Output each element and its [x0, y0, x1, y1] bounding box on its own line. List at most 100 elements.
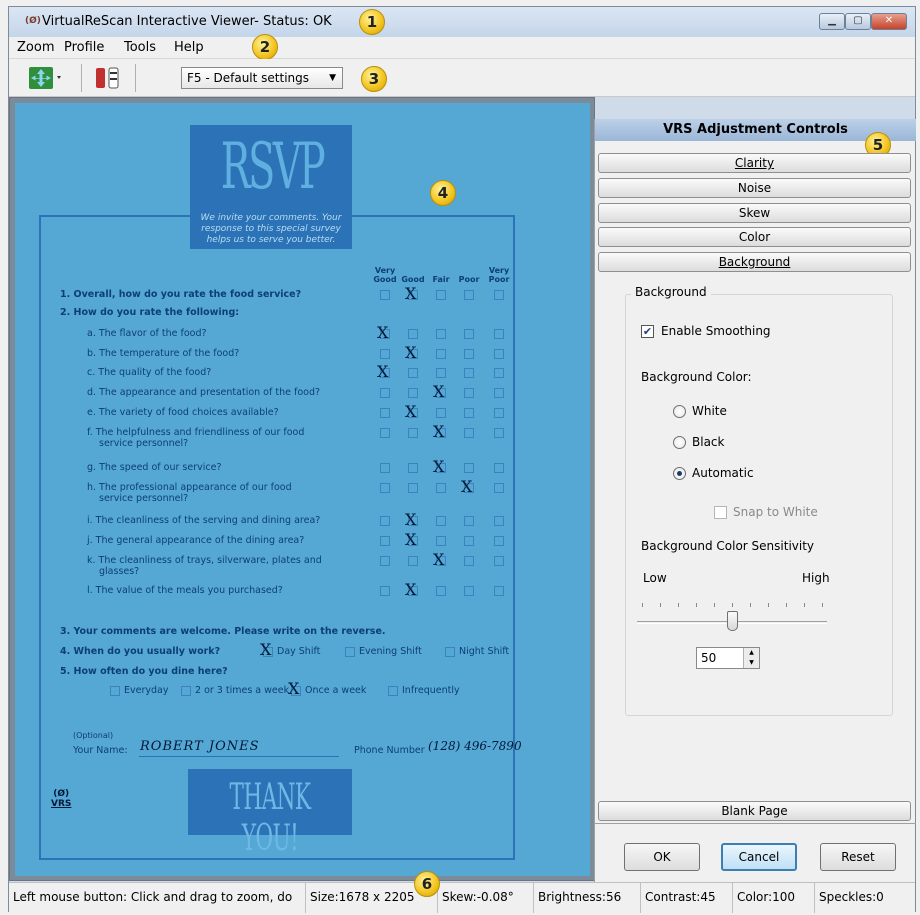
- slider-tick: [678, 603, 679, 607]
- document-viewer[interactable]: RSVP We invite your comments. Your respo…: [9, 97, 595, 881]
- slider-tick: [696, 603, 697, 607]
- survey-item-continuation: service personnel?: [99, 493, 189, 504]
- sensitivity-slider-thumb[interactable]: [727, 611, 738, 631]
- rating-checkbox: [464, 368, 474, 378]
- snap-to-white-checkbox[interactable]: [714, 506, 727, 519]
- sensitivity-value[interactable]: 50: [701, 651, 716, 665]
- rating-checkbox: [464, 516, 474, 526]
- rating-column-header-bottom: Good: [401, 275, 425, 284]
- rating-checkbox: [436, 329, 446, 339]
- close-button[interactable]: ✕: [871, 13, 907, 30]
- slider-tick: [732, 603, 733, 607]
- handwritten-check-mark: X: [405, 343, 417, 362]
- rating-checkbox: [464, 290, 474, 300]
- radio-black[interactable]: [673, 436, 686, 449]
- radio-white[interactable]: [673, 405, 686, 418]
- rating-checkbox: [436, 586, 446, 596]
- shift-checkbox: [345, 647, 355, 657]
- handwritten-check-mark: X: [405, 580, 417, 599]
- rating-checkbox: [380, 516, 390, 526]
- pan-tool-button[interactable]: [25, 64, 65, 92]
- handwritten-check-mark: X: [461, 477, 473, 496]
- rating-checkbox: [436, 408, 446, 418]
- rating-checkbox: [380, 349, 390, 359]
- rating-checkbox: [464, 536, 474, 546]
- handwritten-check-mark: X: [377, 362, 389, 381]
- enable-smoothing-checkbox[interactable]: ✔: [641, 325, 654, 338]
- rating-checkbox: [494, 388, 504, 398]
- rating-checkbox: [380, 463, 390, 473]
- survey-item: h. The professional appearance of our fo…: [87, 482, 292, 493]
- survey-item: e. The variety of food choices available…: [87, 407, 279, 418]
- snap-to-white-label[interactable]: Snap to White: [733, 505, 818, 519]
- menu-tools[interactable]: Tools: [124, 40, 156, 55]
- section-skew-button[interactable]: Skew: [598, 203, 911, 223]
- section-color-button[interactable]: Color: [598, 227, 911, 247]
- survey-item: f. The helpfulness and friendliness of o…: [87, 427, 305, 438]
- shift-option-label: Evening Shift: [359, 646, 422, 657]
- rating-checkbox: [494, 368, 504, 378]
- slider-tick: [642, 603, 643, 607]
- spin-down-icon[interactable]: ▼: [744, 658, 759, 668]
- rating-checkbox: [380, 536, 390, 546]
- rating-checkbox: [464, 428, 474, 438]
- slider-tick: [804, 603, 805, 607]
- handwritten-check-mark: X: [377, 323, 389, 342]
- rating-column-header: Very Good: [370, 266, 400, 284]
- radio-black-label[interactable]: Black: [692, 435, 724, 449]
- vrs-tools-icon: [96, 67, 119, 89]
- rating-column-header-top: Very: [374, 266, 396, 275]
- sensitivity-high-label: High: [802, 571, 830, 585]
- rating-checkbox: [380, 428, 390, 438]
- frequency-option-label: Everyday: [124, 685, 169, 696]
- sensitivity-spinbox[interactable]: 50 ▲ ▼: [696, 647, 760, 669]
- profile-dropdown[interactable]: F5 - Default settings ▼: [181, 67, 343, 89]
- rating-column-header-bottom: Poor: [458, 275, 480, 284]
- status-brightness: Brightness:56: [534, 883, 641, 913]
- thank-you-box: THANK YOU!: [188, 769, 352, 859]
- chevron-down-icon: ▼: [329, 73, 336, 83]
- rating-checkbox: [464, 349, 474, 359]
- rating-checkbox: [464, 463, 474, 473]
- spin-up-icon[interactable]: ▲: [744, 648, 759, 658]
- rating-checkbox: [408, 368, 418, 378]
- spin-buttons[interactable]: ▲ ▼: [743, 648, 759, 668]
- section-noise-button[interactable]: Noise: [598, 178, 911, 198]
- rating-checkbox: [494, 556, 504, 566]
- rating-checkbox: [380, 556, 390, 566]
- app-window: (Ø) VirtualReScan Interactive Viewer- St…: [8, 6, 916, 913]
- rating-checkbox: [494, 290, 504, 300]
- survey-item: l. The value of the meals you purchased?: [87, 585, 283, 596]
- minimize-button[interactable]: ▁: [819, 13, 845, 30]
- background-group-title: Background: [631, 285, 711, 299]
- handwritten-check-mark: X: [405, 284, 417, 303]
- menu-zoom[interactable]: Zoom: [17, 40, 54, 55]
- menu-profile[interactable]: Profile: [64, 40, 104, 55]
- vrs-settings-button[interactable]: [91, 64, 127, 92]
- rating-checkbox: [380, 483, 390, 493]
- rating-checkbox: [464, 586, 474, 596]
- status-color: Color:100: [733, 883, 815, 913]
- scanned-document[interactable]: RSVP We invite your comments. Your respo…: [15, 103, 590, 876]
- ok-button[interactable]: OK: [624, 843, 700, 871]
- section-background-button[interactable]: Background: [598, 252, 911, 272]
- radio-automatic[interactable]: [673, 467, 686, 480]
- radio-automatic-label[interactable]: Automatic: [692, 466, 754, 480]
- rating-checkbox: [380, 408, 390, 418]
- radio-white-label[interactable]: White: [692, 404, 727, 418]
- shift-checkbox: [445, 647, 455, 657]
- background-color-label: Background Color:: [641, 370, 752, 384]
- status-skew: Skew:-0.08°: [438, 883, 534, 913]
- phone-label: Phone Number: [354, 745, 425, 756]
- maximize-button[interactable]: ▢: [845, 13, 871, 30]
- reset-button[interactable]: Reset: [820, 843, 896, 871]
- section-clarity-button[interactable]: Clarity: [598, 153, 911, 173]
- enable-smoothing-label[interactable]: Enable Smoothing: [661, 324, 771, 338]
- menu-help[interactable]: Help: [174, 40, 204, 55]
- status-speckles: Speckles:0: [819, 890, 884, 904]
- callout-badge-1: 1: [359, 9, 385, 35]
- blank-page-button[interactable]: Blank Page: [598, 801, 911, 821]
- frequency-checkbox: [110, 686, 120, 696]
- cancel-button[interactable]: Cancel: [721, 843, 797, 871]
- rating-column-header-bottom: Good: [373, 275, 397, 284]
